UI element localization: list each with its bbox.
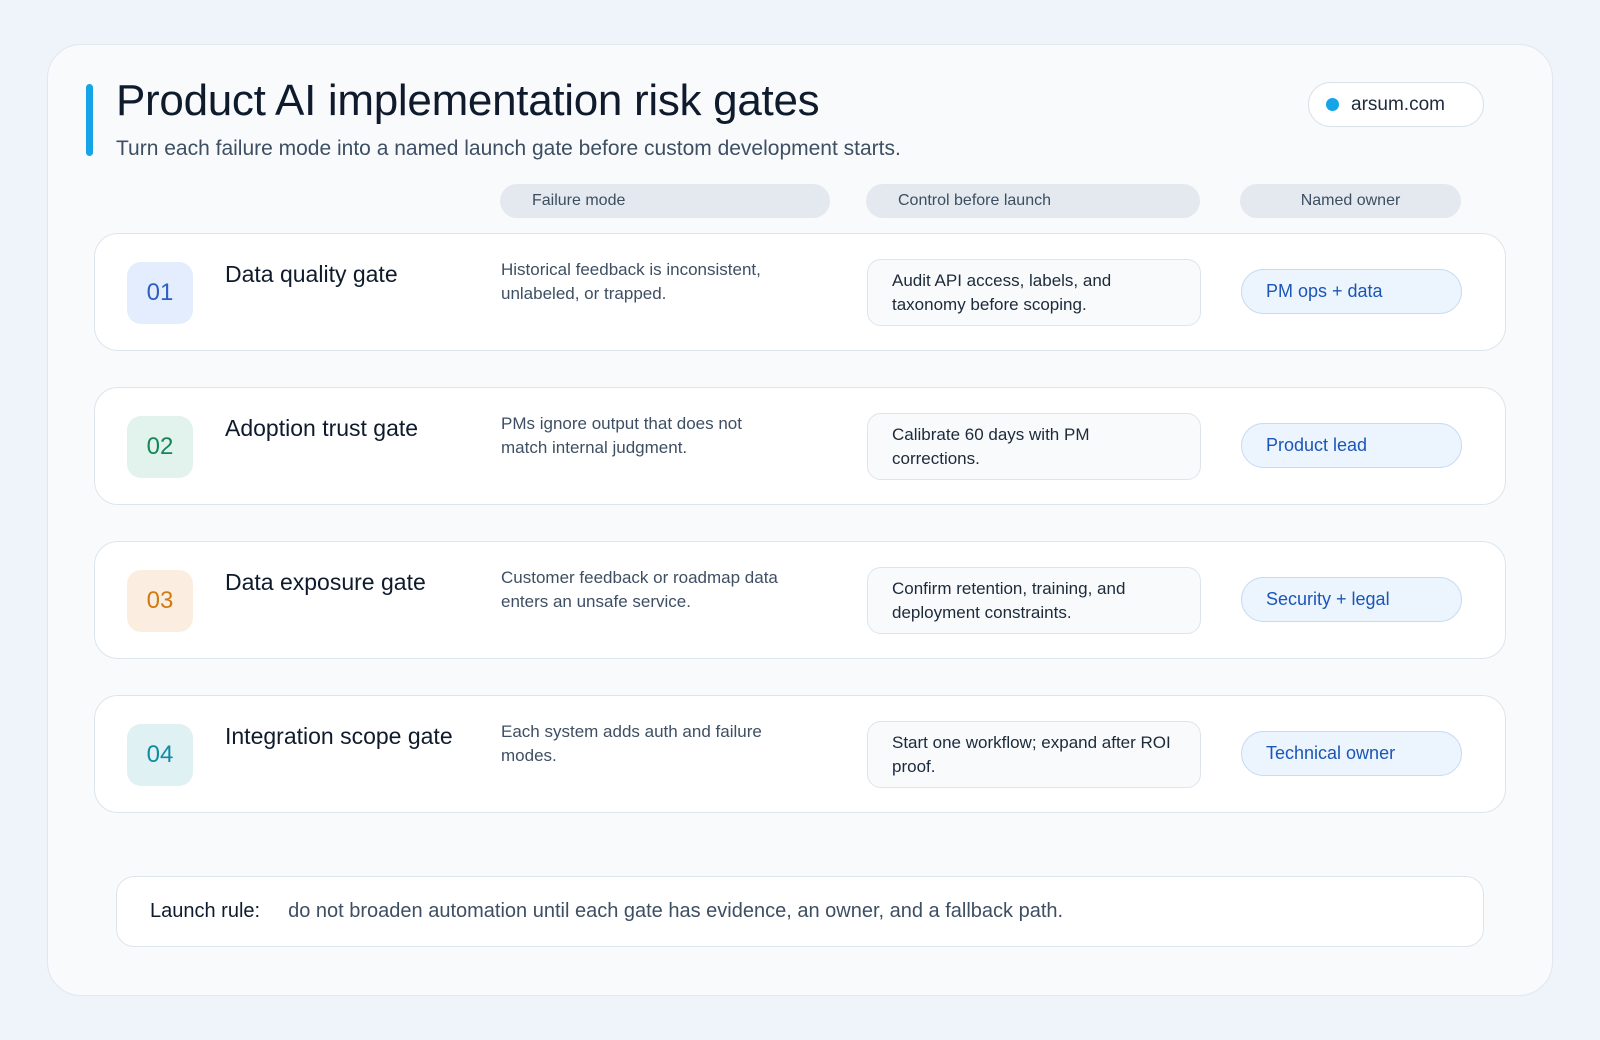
failure-mode-text: PMs ignore output that does not match in… <box>501 414 742 457</box>
gate-title: Data exposure gate <box>225 569 426 595</box>
column-header-control: Control before launch <box>866 184 1200 218</box>
site-badge[interactable]: arsum.com <box>1308 82 1484 127</box>
column-header-owner: Named owner <box>1240 184 1461 218</box>
site-label: arsum.com <box>1351 93 1445 115</box>
launch-rule-text: do not broaden automation until each gat… <box>288 900 1064 922</box>
control-box: Audit API access, labels, and taxonomy b… <box>867 259 1201 326</box>
control-box: Calibrate 60 days with PM corrections. <box>867 413 1201 480</box>
control-box: Start one workflow; expand after ROI pro… <box>867 721 1201 788</box>
owner-pill: Security + legal <box>1241 577 1462 622</box>
page-title: Product AI implementation risk gates <box>116 76 820 125</box>
gate-title: Integration scope gate <box>225 723 453 749</box>
site-dot-icon <box>1326 98 1339 111</box>
column-header-failure-mode: Failure mode <box>500 184 830 218</box>
gate-row: 03 Data exposure gate Customer feedback … <box>94 541 1506 659</box>
gate-row: 02 Adoption trust gate PMs ignore output… <box>94 387 1506 505</box>
gate-number-badge: 01 <box>127 262 193 324</box>
gate-number-badge: 03 <box>127 570 193 632</box>
owner-pill: Product lead <box>1241 423 1462 468</box>
control-box: Confirm retention, training, and deploym… <box>867 567 1201 634</box>
gate-title: Data quality gate <box>225 261 398 287</box>
launch-rule-label: Launch rule: <box>150 900 261 922</box>
launch-rule-box: Launch rule: do not broaden automation u… <box>116 876 1484 947</box>
gate-row: 01 Data quality gate Historical feedback… <box>94 233 1506 351</box>
failure-mode-text: Each system adds auth and failure modes. <box>501 722 762 765</box>
page-subtitle: Turn each failure mode into a named laun… <box>116 137 901 160</box>
failure-mode-text: Historical feedback is inconsistent, unl… <box>501 260 761 303</box>
title-accent-bar <box>86 84 93 156</box>
gate-row: 04 Integration scope gate Each system ad… <box>94 695 1506 813</box>
gate-title: Adoption trust gate <box>225 415 419 441</box>
owner-pill: PM ops + data <box>1241 269 1462 314</box>
failure-mode-text: Customer feedback or roadmap data enters… <box>501 568 778 611</box>
gate-number-badge: 02 <box>127 416 193 478</box>
owner-pill: Technical owner <box>1241 731 1462 776</box>
gate-number-badge: 04 <box>127 724 193 786</box>
